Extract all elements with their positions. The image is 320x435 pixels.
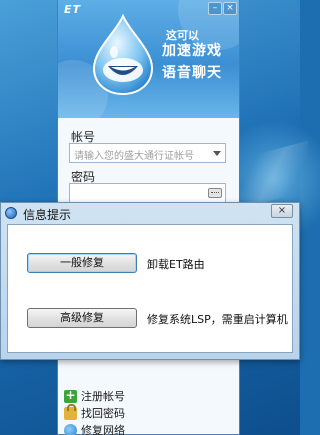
recover-password-link[interactable]: 找回密码 [64, 403, 125, 421]
normal-repair-button[interactable]: 一般修复 [27, 253, 137, 273]
info-dialog: 信息提示 × 一般修复 卸载ET路由 高级修复 修复系统LSP，需重启计算机 [0, 202, 300, 360]
register-account-label: 注册帐号 [81, 390, 125, 403]
dialog-title: 信息提示 [23, 208, 72, 222]
lock-icon [64, 403, 77, 420]
register-account-link[interactable]: 注册帐号 [64, 388, 125, 404]
recover-password-label: 找回密码 [81, 407, 125, 420]
dialog-app-icon [5, 207, 17, 219]
keyboard-icon[interactable] [208, 188, 222, 198]
advanced-repair-button[interactable]: 高级修复 [27, 308, 137, 328]
register-icon [64, 388, 77, 403]
dialog-body: 一般修复 卸载ET路由 高级修复 修复系统LSP，需重启计算机 [7, 224, 293, 353]
normal-repair-description: 卸载ET路由 [147, 258, 205, 271]
close-button[interactable]: × [223, 2, 237, 15]
repair-network-label: 修复网络 [81, 424, 125, 435]
globe-icon [64, 423, 77, 435]
et-header-banner: ET – × 这可以 加速游戏 语音聊天 [58, 0, 239, 118]
account-placeholder: 请输入您的盛大通行证帐号 [74, 151, 194, 162]
water-drop-mascot-icon [92, 14, 154, 96]
minimize-button[interactable]: – [208, 2, 222, 15]
password-input[interactable] [69, 183, 226, 203]
et-logo: ET [64, 3, 82, 16]
repair-network-link[interactable]: 修复网络 [64, 422, 125, 435]
advanced-repair-description: 修复系统LSP，需重启计算机 [147, 313, 288, 326]
chevron-down-icon[interactable] [213, 151, 221, 156]
slogan-line-3: 语音聊天 [162, 65, 222, 81]
window-controls: – × [208, 2, 237, 15]
account-input[interactable]: 请输入您的盛大通行证帐号 [69, 143, 226, 163]
bottom-links: 注册帐号 找回密码 修复网络 [64, 388, 125, 435]
slogan-line-2: 加速游戏 [162, 43, 222, 59]
dialog-titlebar[interactable]: 信息提示 × [1, 203, 299, 223]
dialog-close-button[interactable]: × [271, 204, 293, 218]
